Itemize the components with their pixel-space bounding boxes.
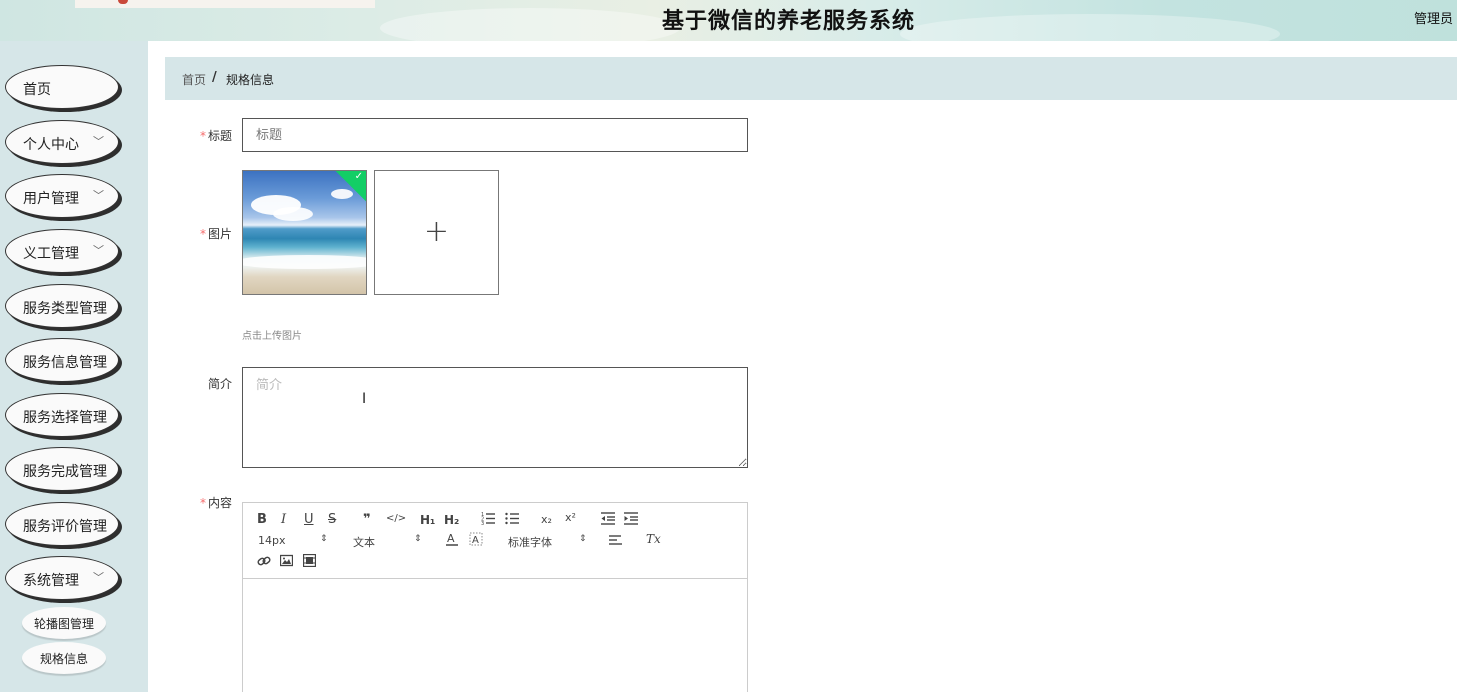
sidebar-subitem-label: 轮播图管理 bbox=[33, 617, 94, 631]
sidebar-item-label: 个人中心 bbox=[23, 137, 79, 153]
sidebar-item-home[interactable]: 首页 bbox=[5, 65, 119, 109]
video-icon[interactable] bbox=[302, 553, 317, 570]
sidebar-item-personal-center[interactable]: 个人中心 ﹀ bbox=[5, 120, 119, 164]
clean-format-button[interactable]: Tx bbox=[646, 532, 661, 546]
upload-tip: 点击上传图片 bbox=[242, 331, 302, 342]
breadcrumb: 首页 / 规格信息 bbox=[165, 57, 1457, 100]
intro-field[interactable] bbox=[242, 367, 748, 468]
italic-button[interactable]: I bbox=[281, 512, 286, 527]
strike-button[interactable]: S bbox=[328, 512, 336, 527]
header-value: 文本 bbox=[353, 536, 375, 549]
ordered-list-icon[interactable]: 123 bbox=[481, 511, 495, 528]
sidebar-item-label: 服务类型管理 bbox=[23, 301, 107, 317]
sidebar-item-label: 服务完成管理 bbox=[23, 464, 107, 480]
sidebar-item-service-info[interactable]: 服务信息管理 bbox=[5, 338, 119, 382]
sidebar-subitem-spec-info[interactable]: 规格信息 bbox=[22, 642, 106, 674]
header1-button[interactable]: H₁ bbox=[420, 513, 435, 527]
chevron-down-icon: ﹀ bbox=[93, 189, 104, 202]
outdent-icon[interactable] bbox=[601, 511, 615, 528]
chevron-down-icon: ﹀ bbox=[93, 244, 104, 257]
required-mark: * bbox=[199, 496, 206, 510]
sidebar-item-service-type[interactable]: 服务类型管理 bbox=[5, 284, 119, 328]
required-mark: * bbox=[199, 227, 206, 241]
editor-content-area[interactable] bbox=[243, 580, 747, 692]
sidebar-item-label: 用户管理 bbox=[23, 191, 79, 207]
intro-textarea[interactable] bbox=[243, 368, 747, 467]
image-label: * 图片 bbox=[160, 225, 232, 242]
svg-text:A: A bbox=[472, 535, 479, 546]
image-icon[interactable] bbox=[279, 554, 294, 570]
sidebar-item-label: 系统管理 bbox=[23, 573, 79, 589]
sidebar-item-service-review[interactable]: 服务评价管理 bbox=[5, 502, 119, 546]
subscript-button[interactable]: x₂ bbox=[541, 513, 552, 526]
title-field[interactable] bbox=[242, 118, 748, 152]
link-icon[interactable] bbox=[257, 554, 271, 571]
image-label-text: 图片 bbox=[207, 227, 232, 241]
font-size-select[interactable]: 14px ⇕ bbox=[258, 534, 328, 547]
bold-button[interactable]: B bbox=[257, 512, 267, 527]
sidebar-subitem-carousel[interactable]: 轮播图管理 bbox=[22, 607, 106, 639]
editor-toolbar: B I U S ❞ </> H₁ H₂ 123 x₂ x² 14px ⇕ 文本 … bbox=[243, 503, 747, 579]
sidebar-item-label: 服务评价管理 bbox=[23, 519, 107, 535]
sidebar-item-system-management[interactable]: 系统管理 ﹀ bbox=[5, 556, 119, 600]
image-upload-button[interactable]: + bbox=[374, 170, 499, 295]
sidebar-item-label: 首页 bbox=[23, 82, 51, 98]
sidebar-item-service-selection[interactable]: 服务选择管理 bbox=[5, 393, 119, 437]
sidebar-subitem-label: 规格信息 bbox=[39, 652, 88, 666]
select-arrows-icon: ⇕ bbox=[579, 534, 587, 544]
font-family-select[interactable]: 标准字体 ⇕ bbox=[508, 534, 587, 550]
align-icon[interactable] bbox=[609, 533, 623, 550]
intro-label-text: 简介 bbox=[207, 377, 232, 391]
content-label: * 内容 bbox=[160, 494, 232, 511]
required-mark: * bbox=[199, 129, 206, 143]
select-arrows-icon: ⇕ bbox=[320, 534, 328, 544]
svg-text:A: A bbox=[447, 532, 455, 545]
svg-text:3: 3 bbox=[481, 521, 484, 525]
sidebar-item-label: 服务信息管理 bbox=[23, 355, 107, 371]
chevron-down-icon: ﹀ bbox=[93, 135, 104, 148]
rich-text-editor: B I U S ❞ </> H₁ H₂ 123 x₂ x² 14px ⇕ 文本 … bbox=[242, 502, 748, 692]
sidebar-item-service-completion[interactable]: 服务完成管理 bbox=[5, 447, 119, 491]
header-select[interactable]: 文本 ⇕ bbox=[353, 534, 422, 550]
indent-icon[interactable] bbox=[624, 511, 638, 528]
sidebar-item-label: 义工管理 bbox=[23, 246, 79, 262]
sidebar-item-label: 服务选择管理 bbox=[23, 410, 107, 426]
breadcrumb-current: 规格信息 bbox=[226, 73, 275, 87]
sidebar-item-volunteer-management[interactable]: 义工管理 ﹀ bbox=[5, 229, 119, 273]
superscript-button[interactable]: x² bbox=[565, 511, 576, 524]
content-label-text: 内容 bbox=[207, 496, 232, 510]
check-icon: ✓ bbox=[354, 171, 363, 182]
background-color-icon[interactable]: A bbox=[469, 532, 483, 549]
chevron-down-icon: ﹀ bbox=[93, 571, 104, 584]
uploaded-image-thumbnail[interactable]: ✓ bbox=[242, 170, 367, 295]
breadcrumb-separator: / bbox=[212, 70, 217, 85]
header2-button[interactable]: H₂ bbox=[444, 513, 459, 527]
underline-button[interactable]: U bbox=[304, 512, 314, 527]
system-title: 基于微信的养老服务系统 bbox=[661, 9, 915, 34]
font-color-icon[interactable]: A bbox=[446, 532, 458, 549]
title-label: * 标题 bbox=[160, 127, 232, 144]
ibeam-cursor-icon: I bbox=[362, 391, 367, 407]
font-family-value: 标准字体 bbox=[508, 536, 552, 549]
plus-icon: + bbox=[423, 214, 450, 249]
title-label-text: 标题 bbox=[207, 129, 232, 143]
intro-label: 简介 bbox=[160, 375, 232, 392]
font-size-value: 14px bbox=[258, 534, 286, 547]
bullet-list-icon[interactable] bbox=[505, 511, 519, 528]
breadcrumb-home[interactable]: 首页 bbox=[182, 71, 206, 88]
user-name[interactable]: 管理员 bbox=[1414, 8, 1453, 27]
title-input[interactable] bbox=[243, 119, 747, 151]
select-arrows-icon: ⇕ bbox=[414, 534, 422, 544]
blockquote-button[interactable]: ❞ bbox=[363, 512, 371, 527]
top-header: 基于微信的养老服务系统 管理员 bbox=[0, 0, 1457, 41]
sidebar-item-user-management[interactable]: 用户管理 ﹀ bbox=[5, 174, 119, 218]
sidebar: 首页 个人中心 ﹀ 用户管理 ﹀ 义工管理 ﹀ 服务类型管理 服务信息管理 服务… bbox=[0, 41, 148, 692]
code-button[interactable]: </> bbox=[386, 513, 406, 524]
